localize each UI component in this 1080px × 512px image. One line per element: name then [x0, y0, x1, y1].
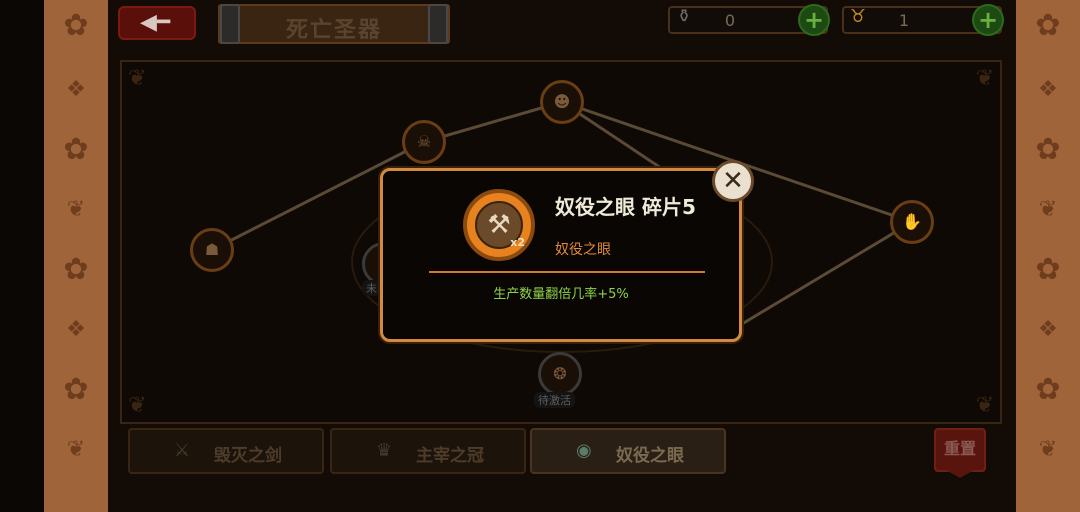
close-button[interactable]: ✕	[712, 160, 754, 202]
skull-icon: ☠	[416, 132, 432, 151]
helmet-icon: ☗	[204, 240, 220, 259]
add-mask-button[interactable]: +	[972, 4, 1004, 36]
add-potion-button[interactable]: +	[798, 4, 830, 36]
item-icon-frame: ⚒ x2	[463, 189, 535, 261]
crown-icon: ♛	[376, 440, 393, 461]
leaf-icon: ❦	[1038, 437, 1058, 462]
flower-icon: ✿	[63, 252, 89, 287]
diamond-icon: ❖	[66, 317, 86, 342]
fragment-info-dialog: ⚒ x2 奴役之眼 碎片5 奴役之眼 生产数量翻倍几率+5%	[380, 168, 742, 342]
tab-crown[interactable]: ♛ 主宰之冠	[330, 428, 526, 474]
fragment-name: 奴役之眼 碎片5	[555, 195, 696, 219]
relic-node[interactable]: ☻	[540, 80, 584, 124]
flower-icon: ✿	[1035, 252, 1061, 287]
relic-node[interactable]: ☗	[190, 228, 234, 272]
flower-icon: ✿	[1035, 132, 1061, 167]
tab-label: 毁灭之剑	[214, 446, 282, 466]
title-plate: 死亡圣器	[218, 4, 450, 44]
resource-mask: ♉ 1 +	[842, 4, 1004, 36]
close-icon: ✕	[722, 166, 744, 196]
back-arrow-icon: ◀━	[140, 10, 171, 35]
divider	[429, 271, 705, 273]
tab-sword[interactable]: ⚔ 毁灭之剑	[128, 428, 324, 474]
tab-eye[interactable]: ◉ 奴役之眼	[530, 428, 726, 474]
reset-ribbon-tail	[946, 470, 974, 478]
sword-icon: ⚔	[174, 440, 191, 461]
node-status-label: 未	[362, 280, 381, 296]
beast-icon: ❂	[553, 364, 567, 383]
leaf-icon: ❦	[1038, 197, 1058, 222]
hand-icon: ✋	[902, 212, 922, 231]
diamond-icon: ❖	[1038, 317, 1058, 342]
tab-label: 奴役之眼	[616, 446, 684, 466]
relic-node[interactable]: ☠	[402, 120, 446, 164]
reset-button[interactable]: 重置	[934, 428, 986, 472]
leaf-icon: ❦	[66, 197, 86, 222]
resource-value: 1	[898, 11, 910, 30]
eye-orb-icon: ◉	[576, 440, 592, 461]
back-button[interactable]: ◀━	[118, 6, 196, 40]
fragment-type: 奴役之眼	[555, 242, 611, 258]
flower-icon: ✿	[63, 372, 89, 407]
flower-icon: ✿	[63, 8, 89, 43]
demon-face-icon: ☻	[553, 92, 571, 111]
flower-icon: ✿	[1035, 372, 1061, 407]
flower-icon: ✿	[63, 132, 89, 167]
flower-icon: ✿	[1035, 8, 1061, 43]
left-decor-panel: ✿ ❖ ✿ ❦ ✿ ❖ ✿ ❦	[44, 0, 108, 512]
node-status-label: 待激活	[534, 392, 575, 408]
multiplier-badge: x2	[510, 236, 525, 249]
relic-node[interactable]: ❂	[538, 352, 582, 396]
diamond-icon: ❖	[66, 77, 86, 102]
relic-node[interactable]: ✋	[890, 200, 934, 244]
right-decor-panel: ✿ ❖ ✿ ❦ ✿ ❖ ✿ ❦	[1016, 0, 1080, 512]
fragment-effect: 生产数量翻倍几率+5%	[493, 287, 629, 302]
diamond-icon: ❖	[1038, 77, 1058, 102]
tab-label: 主宰之冠	[416, 446, 484, 466]
resource-potion: ⚱ 0 +	[668, 4, 830, 36]
leaf-icon: ❦	[66, 437, 86, 462]
resource-value: 0	[724, 11, 736, 30]
page-title: 死亡圣器	[285, 18, 382, 43]
